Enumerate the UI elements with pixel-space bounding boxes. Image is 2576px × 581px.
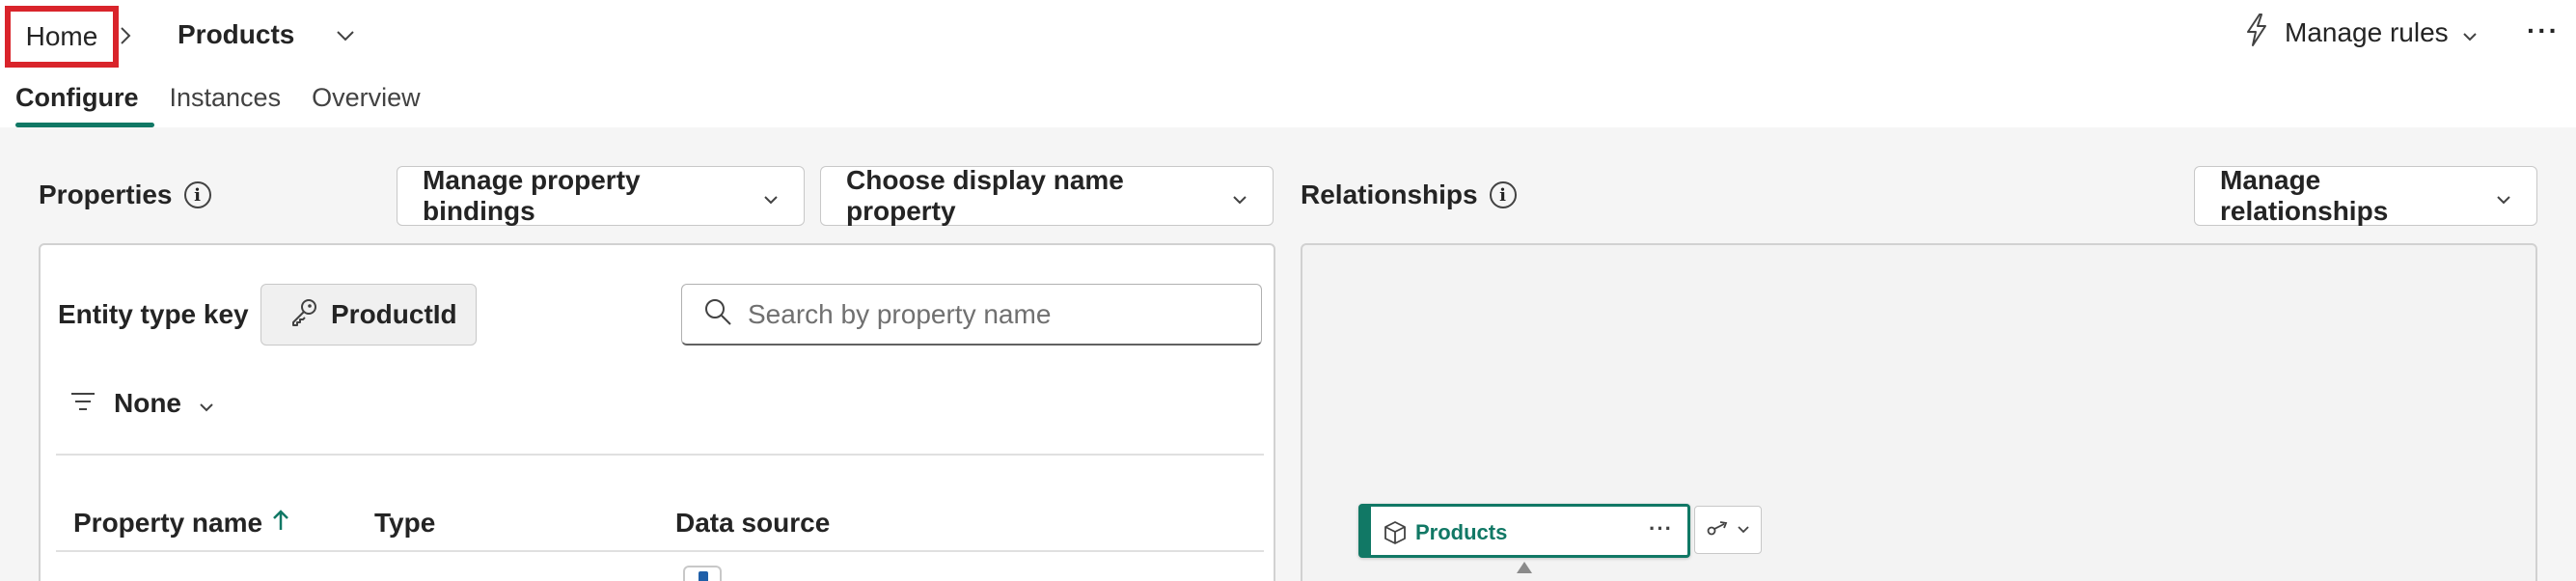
manage-relationships-label: Manage relationships <box>2220 165 2389 226</box>
search-input[interactable] <box>748 298 1230 330</box>
tab-configure[interactable]: Configure <box>0 77 154 127</box>
chevron-down-icon[interactable] <box>332 23 359 48</box>
breadcrumb-home[interactable]: Home <box>5 6 119 68</box>
info-icon[interactable]: i <box>183 181 211 208</box>
entity-type-key-chip[interactable]: ProductId <box>260 284 477 346</box>
manage-rules-button[interactable]: Manage rules <box>2242 10 2478 56</box>
properties-header: Properties i <box>39 180 211 210</box>
entity-node-products[interactable]: Products ··· <box>1358 504 1690 558</box>
relationship-edge-arrow <box>1517 562 1532 573</box>
manage-rules-label: Manage rules <box>2285 17 2449 47</box>
column-header-type[interactable]: Type <box>374 508 435 539</box>
more-options-icon[interactable]: ··· <box>1649 516 1673 541</box>
properties-title: Properties <box>39 180 173 209</box>
property-search-field[interactable] <box>681 284 1262 346</box>
lightning-icon <box>2242 13 2271 54</box>
breadcrumb-home-label: Home <box>25 21 98 51</box>
cube-icon <box>1383 520 1408 545</box>
tab-overview[interactable]: Overview <box>296 77 436 127</box>
chevron-down-icon <box>763 180 779 211</box>
breadcrumb-current[interactable]: Products <box>178 19 294 50</box>
column-header-label: Type <box>374 508 436 538</box>
add-relationship-button[interactable] <box>1694 506 1762 554</box>
chevron-down-icon <box>2496 180 2511 211</box>
manage-relationships-button[interactable]: Manage relationships <box>2194 165 2537 226</box>
relationships-title: Relationships <box>1301 180 1478 209</box>
tab-instances[interactable]: Instances <box>154 77 297 127</box>
more-options-icon[interactable]: ··· <box>2526 14 2561 48</box>
filter-icon <box>69 388 96 419</box>
manage-property-bindings-button[interactable]: Manage property bindings <box>397 165 805 226</box>
choose-display-name-label: Choose display name property <box>846 165 1124 226</box>
sort-ascending-icon <box>272 508 289 539</box>
top-bar: Home Products Manage rules ··· Configure… <box>0 0 2576 127</box>
column-header-label: Property name <box>73 508 263 538</box>
choose-display-name-button[interactable]: Choose display name property <box>820 165 1274 226</box>
info-icon[interactable]: i <box>1489 181 1517 208</box>
entity-type-key-value: ProductId <box>331 299 457 329</box>
divider <box>56 550 1264 552</box>
chevron-down-icon <box>199 388 214 419</box>
chevron-down-icon <box>2462 17 2478 48</box>
tab-list: Configure Instances Overview <box>0 77 436 127</box>
key-icon <box>288 296 319 334</box>
properties-panel: Entity type key ProductId None Property … <box>39 243 1275 581</box>
filter-value: None <box>114 388 181 418</box>
column-header-property-name[interactable]: Property name <box>73 508 289 539</box>
link-icon <box>1707 519 1732 541</box>
chevron-right-icon <box>114 21 137 50</box>
divider <box>56 454 1264 456</box>
relationships-header: Relationships i <box>1301 180 1517 210</box>
data-source-icon <box>683 566 722 581</box>
node-accent-bar <box>1361 507 1371 555</box>
chevron-down-icon <box>1738 521 1749 539</box>
manage-property-bindings-label: Manage property bindings <box>423 165 641 226</box>
search-icon <box>703 297 732 331</box>
node-label: Products <box>1415 520 1508 544</box>
column-header-label: Data source <box>675 508 831 538</box>
column-header-data-source[interactable]: Data source <box>675 508 830 539</box>
chevron-down-icon <box>1232 180 1247 211</box>
filter-dropdown[interactable]: None <box>69 382 214 425</box>
entity-type-key-label: Entity type key <box>58 299 249 329</box>
